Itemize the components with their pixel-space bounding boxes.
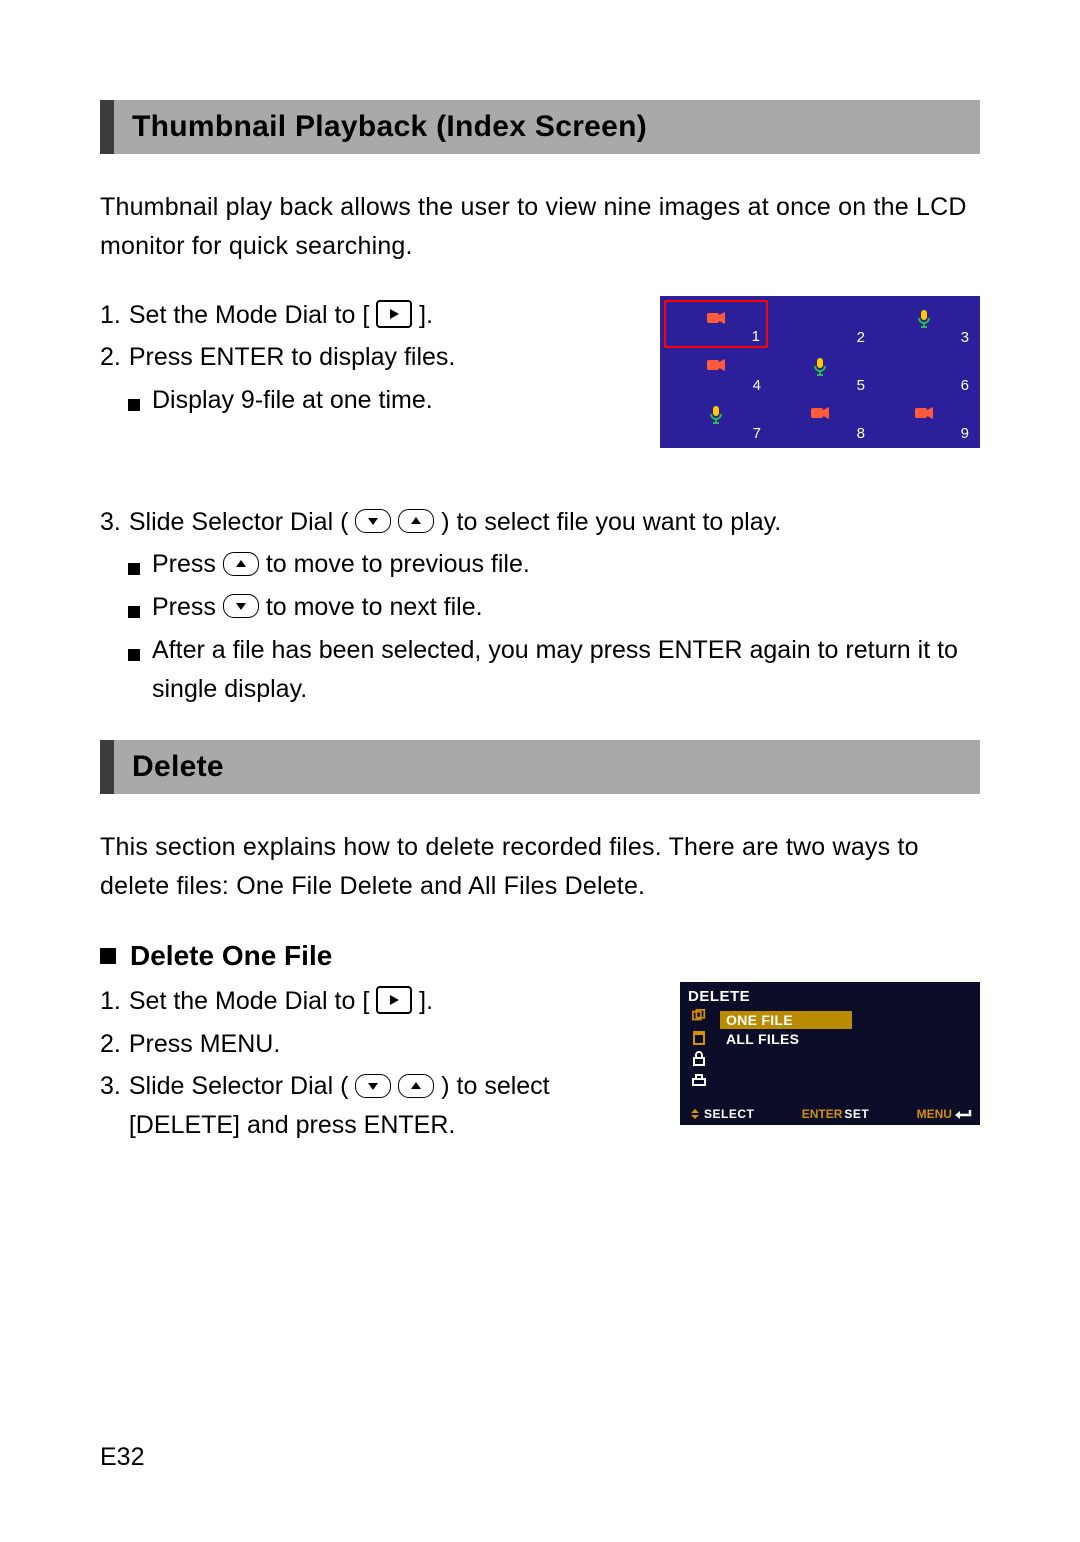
thumbnail-cell[interactable]: 5	[768, 348, 872, 396]
page-number: E32	[100, 1443, 144, 1472]
thumbnail-cell[interactable]: 1	[664, 300, 768, 348]
s2-step3-pre: Slide Selector Dial (	[129, 1072, 349, 1100]
return-icon	[954, 1108, 972, 1120]
footer-menu-label: MENU	[917, 1107, 952, 1121]
lock-icon	[691, 1051, 707, 1067]
up-arrow-icon	[223, 552, 259, 576]
section-header-delete: Delete	[100, 740, 980, 794]
delete-menu-screen: DELETE ONE FILE ALL FILES	[680, 982, 980, 1125]
step-3: 3. Slide Selector Dial ( ) to select fil…	[100, 503, 980, 542]
section2-row: 1. Set the Mode Dial to [ ]. 2. Press ME…	[100, 982, 980, 1149]
s2-step2: 2. Press MENU.	[100, 1025, 650, 1064]
mic-icon	[813, 357, 827, 382]
thumbnail-number: 6	[961, 377, 969, 394]
overlay-icon	[691, 1009, 707, 1023]
down-arrow-icon	[355, 1074, 391, 1098]
step1-post: ].	[419, 301, 433, 329]
thumbnail-cell[interactable]: 6	[872, 348, 976, 396]
section2-steps: 1. Set the Mode Dial to [ ]. 2. Press ME…	[100, 982, 650, 1149]
s2-step2-text: Press MENU.	[129, 1025, 650, 1064]
thumbnail-number: 9	[961, 425, 969, 442]
thumbnail-number: 1	[752, 328, 760, 345]
video-icon	[914, 405, 934, 426]
step2-sub: Display 9-file at one time.	[128, 381, 630, 420]
step-number: 3.	[100, 1067, 121, 1145]
delete-menu-footer: SELECT ENTER SET MENU	[688, 1103, 972, 1121]
s2-step1: 1. Set the Mode Dial to [ ].	[100, 982, 650, 1021]
video-icon	[706, 357, 726, 378]
step3-sub2: Press to move to next file.	[128, 588, 980, 627]
thumbnail-number: 8	[857, 425, 865, 442]
section-header-thumbnail: Thumbnail Playback (Index Screen)	[100, 100, 980, 154]
playback-mode-icon	[376, 986, 412, 1014]
thumbnail-number: 7	[753, 425, 761, 442]
mic-icon	[709, 405, 723, 430]
step3-sub2-pre: Press	[152, 593, 216, 621]
section1-steps: 1. Set the Mode Dial to [ ]. 2. Press EN…	[100, 296, 630, 424]
step3-pre: Slide Selector Dial (	[129, 508, 349, 536]
video-icon	[810, 405, 830, 426]
thumbnail-cell[interactable]: 3	[872, 300, 976, 348]
thumbnail-number: 4	[753, 377, 761, 394]
step3-sub1: Press to move to previous file.	[128, 545, 980, 584]
thumbnail-index-screen: 1 2 3 4 5 6 7 8 9	[660, 296, 980, 448]
delete-option-one-file[interactable]: ONE FILE	[720, 1011, 852, 1029]
step1-pre: Set the Mode Dial to [	[129, 301, 369, 329]
bullet-square-icon	[128, 606, 140, 618]
step2-sub-text: Display 9-file at one time.	[152, 381, 433, 420]
updown-icon	[688, 1108, 702, 1120]
section2-intro: This section explains how to delete reco…	[100, 828, 980, 906]
step-2: 2. Press ENTER to display files.	[100, 338, 630, 377]
thumbnail-cell[interactable]: 8	[768, 396, 872, 444]
delete-menu-title: DELETE	[688, 988, 972, 1005]
bullet-square-icon	[128, 563, 140, 575]
step-number: 1.	[100, 296, 121, 335]
bullet-square-icon	[128, 649, 140, 661]
menu-side-icons	[688, 1009, 710, 1103]
step3-sub1-pre: Press	[152, 550, 216, 578]
step2-text: Press ENTER to display files.	[129, 338, 630, 377]
section1-intro: Thumbnail play back allows the user to v…	[100, 188, 980, 266]
step-number: 3.	[100, 503, 121, 542]
step-number: 1.	[100, 982, 121, 1021]
step3-sub3-text: After a file has been selected, you may …	[152, 631, 980, 709]
step3-post: ) to select file you want to play.	[441, 508, 781, 536]
thumbnail-number: 5	[857, 377, 865, 394]
manual-page: Thumbnail Playback (Index Screen) Thumbn…	[0, 0, 1080, 1542]
down-arrow-icon	[355, 509, 391, 533]
s2-step1-pre: Set the Mode Dial to [	[129, 987, 369, 1015]
s2-step1-post: ].	[419, 987, 433, 1015]
video-icon	[706, 310, 726, 331]
step-1: 1. Set the Mode Dial to [ ].	[100, 296, 630, 335]
bullet-square-icon	[128, 399, 140, 411]
up-arrow-icon	[398, 509, 434, 533]
bullet-square-icon	[100, 948, 116, 964]
thumbnail-cell[interactable]: 9	[872, 396, 976, 444]
footer-select-label: SELECT	[704, 1107, 754, 1121]
thumbnail-number: 2	[857, 329, 865, 346]
delete-option-all-files[interactable]: ALL FILES	[720, 1030, 972, 1048]
s2-step3: 3. Slide Selector Dial ( ) to select [DE…	[100, 1067, 650, 1145]
trash-icon	[691, 1029, 707, 1045]
subsection-delete-one-file: Delete One File	[100, 940, 980, 972]
thumbnail-cell[interactable]: 7	[664, 396, 768, 444]
print-icon	[691, 1073, 707, 1089]
subheading-text: Delete One File	[130, 940, 332, 972]
step-number: 2.	[100, 1025, 121, 1064]
footer-enter-label: ENTER	[802, 1107, 843, 1121]
section1-row: 1. Set the Mode Dial to [ ]. 2. Press EN…	[100, 296, 980, 448]
down-arrow-icon	[223, 594, 259, 618]
step-number: 2.	[100, 338, 121, 377]
step3-sub2-post: to move to next file.	[266, 593, 483, 621]
playback-mode-icon	[376, 300, 412, 328]
thumbnail-number: 3	[961, 329, 969, 346]
step3-sub3: After a file has been selected, you may …	[128, 631, 980, 709]
mic-icon	[917, 309, 931, 334]
thumbnail-cell[interactable]: 2	[768, 300, 872, 348]
up-arrow-icon	[398, 1074, 434, 1098]
thumbnail-cell[interactable]: 4	[664, 348, 768, 396]
footer-set-label: SET	[844, 1107, 869, 1121]
step3-sub1-post: to move to previous file.	[266, 550, 530, 578]
